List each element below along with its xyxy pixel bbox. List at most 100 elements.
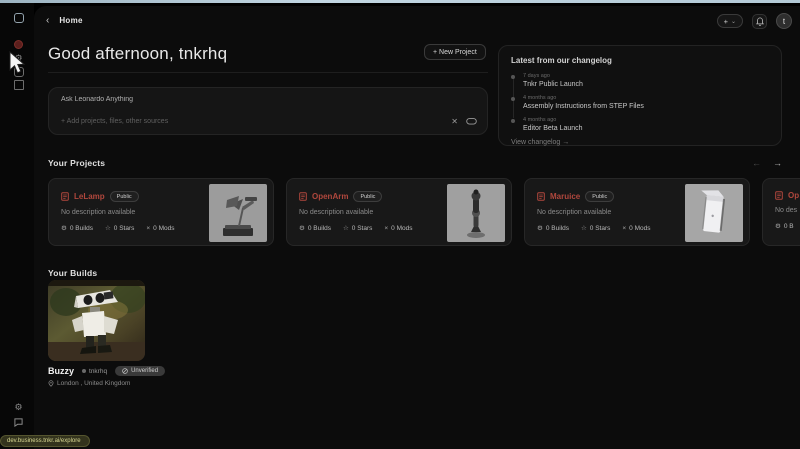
openarm-thumbnail — [447, 184, 505, 242]
build-card-buzzy[interactable] — [48, 280, 145, 361]
logo-square-icon — [14, 13, 24, 23]
red-circle-icon — [14, 40, 23, 49]
project-doc-icon — [537, 192, 545, 201]
build-name[interactable]: Buzzy — [48, 366, 74, 376]
timeline-dot-icon — [511, 75, 515, 79]
greeting-heading: Good afternoon, tnkrhq — [48, 44, 227, 64]
create-menu-button[interactable]: + ⌄ — [717, 14, 743, 28]
project-stats: ⚙0 B — [775, 222, 800, 230]
stars-count: 0 Stars — [352, 225, 373, 232]
next-arrow-icon[interactable]: → — [773, 158, 782, 168]
ask-panel-icons: ✕ — [451, 117, 477, 126]
changelog-title: Latest from our changelog — [511, 56, 769, 65]
stars-icon: ☆ — [105, 224, 111, 232]
stars-icon: ☆ — [343, 224, 349, 232]
status-url-tooltip: dev.business.tnkr.ai/explore — [0, 435, 90, 447]
project-card-lelamp[interactable]: LeLamp Public No description available ⚙… — [48, 178, 274, 246]
buzzy-photo — [48, 280, 145, 361]
builds-count: 0 Builds — [546, 225, 569, 232]
changelog-item[interactable]: 7 days ago Tnkr Public Launch — [523, 73, 769, 88]
mods-icon: × — [384, 225, 388, 232]
breadcrumb: ‹ Home — [46, 15, 83, 26]
app-window: ⚙ ⚙ ‹ Home + ⌄ t Good afternoo — [0, 0, 800, 449]
changelog-list: 7 days ago Tnkr Public Launch 4 months a… — [511, 73, 769, 132]
project-doc-icon — [299, 192, 307, 201]
header-divider — [48, 72, 488, 73]
archive-icon[interactable] — [13, 79, 24, 90]
app-logo-icon[interactable] — [13, 12, 24, 23]
changelog-item-title: Tnkr Public Launch — [523, 81, 769, 88]
main-panel: ‹ Home + ⌄ t Good afternoon, tnkrhq + Ne… — [34, 6, 800, 449]
builds-count: 0 Builds — [70, 225, 93, 232]
build-owner[interactable]: tnkrhq — [82, 368, 107, 375]
card-title-row: Op — [775, 191, 800, 200]
visibility-badge: Public — [585, 191, 614, 202]
voice-chat-icon[interactable] — [466, 118, 477, 126]
build-location: London , United Kingdom — [48, 380, 130, 387]
changelog-item-time: 4 months ago — [523, 117, 769, 123]
brand-icon[interactable] — [13, 39, 24, 50]
changelog-item[interactable]: 4 months ago Editor Beta Launch — [523, 117, 769, 132]
owner-avatar-icon — [82, 369, 86, 373]
view-changelog-link[interactable]: View changelog → — [511, 139, 769, 146]
builds-icon: ⚙ — [775, 222, 781, 230]
location-pin-icon — [48, 380, 54, 387]
mods-count: 0 Mods — [629, 225, 650, 232]
timeline-dot-icon — [511, 97, 515, 101]
builds-icon: ⚙ — [61, 224, 67, 232]
timeline-dot-icon — [511, 119, 515, 123]
builds-icon: ⚙ — [537, 224, 543, 232]
tools-x-icon[interactable]: ✕ — [451, 117, 458, 126]
project-card-partial[interactable]: Op No des ⚙0 B — [762, 178, 800, 246]
unverified-label: Unverified — [131, 368, 158, 374]
changelog-item-title: Assembly Instructions from STEP Files — [523, 103, 769, 110]
preferences-gear-icon[interactable]: ⚙ — [13, 402, 24, 413]
project-doc-icon — [775, 191, 783, 200]
project-cards-row: LeLamp Public No description available ⚙… — [48, 178, 800, 248]
user-avatar[interactable]: t — [776, 13, 792, 29]
changelog-item[interactable]: 4 months ago Assembly Instructions from … — [523, 95, 769, 110]
plus-icon: + — [724, 17, 728, 26]
changelog-item-title: Editor Beta Launch — [523, 125, 769, 132]
project-doc-icon — [61, 192, 69, 201]
prev-arrow-icon[interactable]: ← — [752, 158, 761, 168]
page-title: Home — [59, 16, 82, 25]
project-name: LeLamp — [74, 192, 105, 201]
builds-icon: ⚙ — [299, 224, 305, 232]
notifications-button[interactable] — [752, 14, 767, 29]
builds-count: 0 B — [784, 223, 794, 230]
chat-bubble-icon — [14, 418, 23, 427]
new-project-button[interactable]: + New Project — [424, 44, 486, 60]
mods-count: 0 Mods — [153, 225, 174, 232]
projects-header: Your Projects ← → — [48, 158, 782, 168]
project-name: Op — [788, 191, 799, 200]
bell-icon — [756, 17, 764, 26]
project-card-openarm[interactable]: OpenArm Public No description available … — [286, 178, 512, 246]
changelog-item-time: 7 days ago — [523, 73, 769, 79]
lelamp-thumbnail — [209, 184, 267, 242]
mods-icon: × — [146, 225, 150, 232]
builds-count: 0 Builds — [308, 225, 331, 232]
project-name: Maruice — [550, 192, 580, 201]
owner-name: tnkrhq — [89, 368, 107, 375]
add-sources-button[interactable]: + Add projects, files, other sources — [61, 118, 168, 125]
project-name: OpenArm — [312, 192, 348, 201]
back-chevron-icon[interactable]: ‹ — [46, 15, 49, 26]
ask-panel-footer: + Add projects, files, other sources ✕ — [61, 117, 477, 126]
top-edge-strip — [0, 0, 800, 3]
feedback-chat-icon[interactable] — [13, 417, 24, 428]
mods-count: 0 Mods — [391, 225, 412, 232]
location-text: London , United Kingdom — [57, 380, 130, 387]
project-card-maruice[interactable]: Maruice Public No description available … — [524, 178, 750, 246]
builds-title: Your Builds — [48, 268, 97, 278]
ask-input[interactable] — [61, 96, 361, 103]
project-description: No des — [775, 207, 800, 214]
maruice-thumbnail — [685, 184, 743, 242]
unverified-badge: Unverified — [115, 366, 165, 376]
chevron-down-icon: ⌄ — [731, 18, 736, 25]
unverified-slash-icon — [122, 368, 128, 374]
changelog-item-time: 4 months ago — [523, 95, 769, 101]
stars-icon: ☆ — [581, 224, 587, 232]
ask-panel: + Add projects, files, other sources ✕ — [48, 87, 488, 135]
build-meta-row: Buzzy tnkrhq Unverified — [48, 366, 165, 376]
